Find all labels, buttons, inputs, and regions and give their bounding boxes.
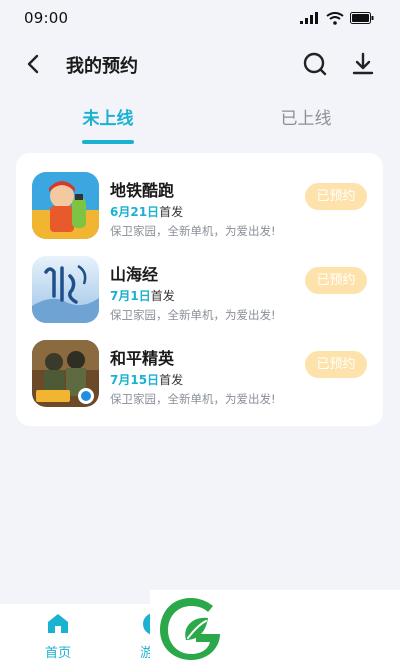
release-date: 7月15日首发 [110,371,183,388]
release-suffix: 首发 [150,289,175,303]
tab-released[interactable]: 已上线 [256,104,356,129]
search-icon [303,52,327,76]
release-date-value: 7月15日 [110,373,160,387]
release-date: 7月1日首发 [110,287,175,304]
game-row[interactable]: 地铁酷跑 6月21日首发 保卫家园，全新单机，为爱出发! 已预约 [16,153,383,239]
game-name: 山海经 [110,265,159,284]
nav-home[interactable]: 首页 [30,612,86,662]
wifi-icon [326,11,344,25]
game-name: 和平精英 [110,349,175,368]
release-suffix: 首发 [159,373,184,387]
page-title: 我的预约 [66,56,138,77]
tab-upcoming[interactable]: 未上线 [58,104,158,129]
signal-icon [300,12,318,24]
game-row[interactable]: 和平精英 7月15日首发 保卫家园，全新单机，为爱出发! 已预约 [16,321,383,407]
game-name: 地铁酷跑 [110,181,175,200]
game-description: 保卫家园，全新单机，为爱出发! [110,392,276,406]
tab-bar: 未上线 已上线 [0,104,400,148]
release-date: 6月21日首发 [110,203,183,220]
subway-surfers-icon [32,172,99,239]
nav-bar: 我的预约 [0,44,400,84]
reserved-button[interactable]: 已预约 [305,351,367,378]
search-button[interactable] [302,51,328,77]
status-bar: 09:00 [0,0,400,36]
back-arrow-icon [27,54,39,74]
battery-icon [350,12,374,24]
game-row[interactable]: 山海经 7月1日首发 保卫家园，全新单机，为爱出发! 已预约 [16,237,383,323]
reserved-button[interactable]: 已预约 [305,183,367,210]
download-icon [352,52,374,75]
watermark [150,590,400,666]
nav-home-label: 首页 [44,646,71,661]
home-icon [48,614,68,633]
shanhaijing-icon [32,256,99,323]
tab-indicator [82,140,134,144]
download-button[interactable] [350,51,376,77]
release-suffix: 首发 [159,205,184,219]
release-date-value: 7月1日 [110,289,151,303]
release-date-value: 6月21日 [110,205,160,219]
status-icons [300,11,374,25]
peace-elite-icon [32,340,99,407]
back-button[interactable] [22,52,46,76]
leaf-logo-icon [160,598,220,660]
reservation-list: 地铁酷跑 6月21日首发 保卫家园，全新单机，为爱出发! 已预约 山海经 7月1… [16,153,383,426]
reserved-button[interactable]: 已预约 [305,267,367,294]
status-time: 09:00 [24,9,69,27]
